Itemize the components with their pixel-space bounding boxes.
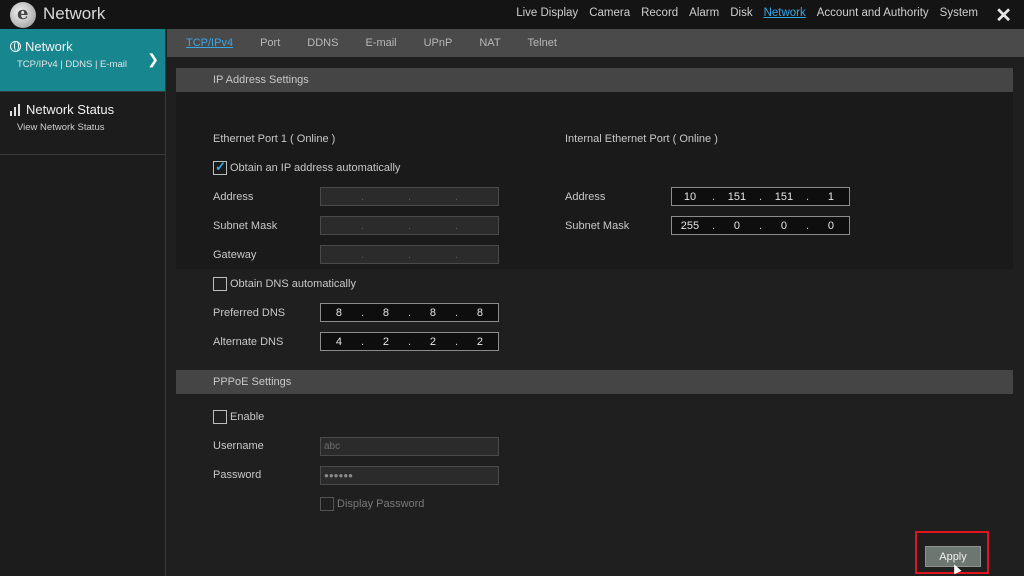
tab-telnet[interactable]: Telnet	[528, 37, 557, 49]
octet: 2	[476, 335, 484, 348]
address-field[interactable]: ...	[320, 187, 499, 206]
pppoe-enable-label: Enable	[230, 411, 265, 423]
preferred-dns-label: Preferred DNS	[213, 307, 286, 319]
app-root: Network Live Display Camera Record Alarm…	[0, 0, 1024, 576]
nav-live-display[interactable]: Live Display	[516, 7, 578, 19]
internal-address-label: Address	[565, 191, 606, 203]
subnet-mask-label: Subnet Mask	[213, 220, 278, 232]
tab-nat[interactable]: NAT	[479, 37, 500, 49]
top-bar: Network Live Display Camera Record Alarm…	[0, 0, 1024, 29]
tab-upnp[interactable]: UPnP	[424, 37, 453, 49]
octet: 255	[680, 219, 700, 232]
top-nav: Live Display Camera Record Alarm Disk Ne…	[516, 7, 978, 19]
octet: 4	[335, 335, 343, 348]
pppoe-settings-header: PPPoE Settings	[176, 370, 1013, 394]
nav-account-authority[interactable]: Account and Authority	[817, 7, 929, 19]
octet: 2	[429, 335, 437, 348]
pppoe-enable-checkbox[interactable]	[213, 410, 227, 424]
sidebar-item-label: Network	[25, 39, 73, 54]
close-icon[interactable]: ✕	[995, 3, 1012, 28]
preferred-dns-field[interactable]: 8. 8. 8. 8	[320, 303, 499, 322]
obtain-dns-label: Obtain DNS automatically	[230, 278, 356, 290]
gateway-field[interactable]: ...	[320, 245, 499, 264]
logo-icon	[10, 2, 36, 28]
sidebar-item-sublabel: View Network Status	[17, 122, 105, 133]
signal-bars-icon	[10, 103, 20, 116]
sidebar-item-network[interactable]: Network TCP/IPv4 | DDNS | E-mail ❯	[0, 29, 165, 92]
alternate-dns-field[interactable]: 4. 2. 2. 2	[320, 332, 499, 351]
ip-settings-header: IP Address Settings	[176, 68, 1013, 92]
internal-port-title: Internal Ethernet Port ( Online )	[565, 133, 718, 145]
address-label: Address	[213, 191, 254, 203]
nav-record[interactable]: Record	[641, 7, 678, 19]
content-area: IP Address Settings Ethernet Port 1 ( On…	[167, 57, 1024, 576]
nav-camera[interactable]: Camera	[589, 7, 630, 19]
octet: 151	[727, 190, 747, 203]
display-password-checkbox[interactable]	[320, 497, 334, 511]
alternate-dns-label: Alternate DNS	[213, 336, 284, 348]
nav-system[interactable]: System	[940, 7, 978, 19]
octet: 8	[476, 306, 484, 319]
gateway-label: Gateway	[213, 249, 257, 261]
sidebar: Network TCP/IPv4 | DDNS | E-mail ❯ Netwo…	[0, 29, 166, 576]
ethernet-port-title: Ethernet Port 1 ( Online )	[213, 133, 336, 145]
internal-subnet-label: Subnet Mask	[565, 220, 630, 232]
octet: 8	[382, 306, 390, 319]
octet: 0	[827, 219, 835, 232]
octet: 2	[382, 335, 390, 348]
octet: 1	[827, 190, 835, 203]
username-input[interactable]: abc	[320, 437, 499, 456]
password-input[interactable]: ●●●●●●	[320, 466, 499, 485]
tab-tcp-ipv4[interactable]: TCP/IPv4	[186, 37, 233, 49]
nav-network[interactable]: Network	[764, 7, 806, 19]
octet: 0	[780, 219, 788, 232]
octet: 8	[335, 306, 343, 319]
octet: 8	[429, 306, 437, 319]
username-label: Username	[213, 440, 264, 452]
ip-settings-panel	[176, 92, 1013, 269]
chevron-right-icon: ❯	[147, 51, 159, 67]
tab-ddns[interactable]: DDNS	[307, 37, 338, 49]
subnet-mask-field[interactable]: ...	[320, 216, 499, 235]
octet: 151	[774, 190, 794, 203]
tab-bar: TCP/IPv4 Port DDNS E-mail UPnP NAT Telne…	[167, 29, 1024, 57]
sidebar-item-label: Network Status	[26, 102, 115, 117]
page-title: Network	[43, 4, 106, 23]
octet: 0	[733, 219, 741, 232]
display-password-label: Display Password	[337, 498, 425, 510]
sidebar-item-network-status[interactable]: Network Status View Network Status	[0, 92, 165, 155]
obtain-dns-checkbox[interactable]	[213, 277, 227, 291]
octet: 10	[683, 190, 697, 203]
tab-port[interactable]: Port	[260, 37, 280, 49]
nav-disk[interactable]: Disk	[730, 7, 752, 19]
nav-alarm[interactable]: Alarm	[689, 7, 719, 19]
sidebar-item-sublabel: TCP/IPv4 | DDNS | E-mail	[17, 59, 127, 70]
password-label: Password	[213, 469, 262, 481]
obtain-ip-checkbox[interactable]	[213, 159, 227, 175]
obtain-ip-label: Obtain an IP address automatically	[230, 162, 401, 174]
internal-address-field[interactable]: 10. 151. 151. 1	[671, 187, 850, 206]
tab-email[interactable]: E-mail	[365, 37, 396, 49]
internal-subnet-field[interactable]: 255. 0. 0. 0	[671, 216, 850, 235]
globe-icon	[10, 41, 21, 52]
